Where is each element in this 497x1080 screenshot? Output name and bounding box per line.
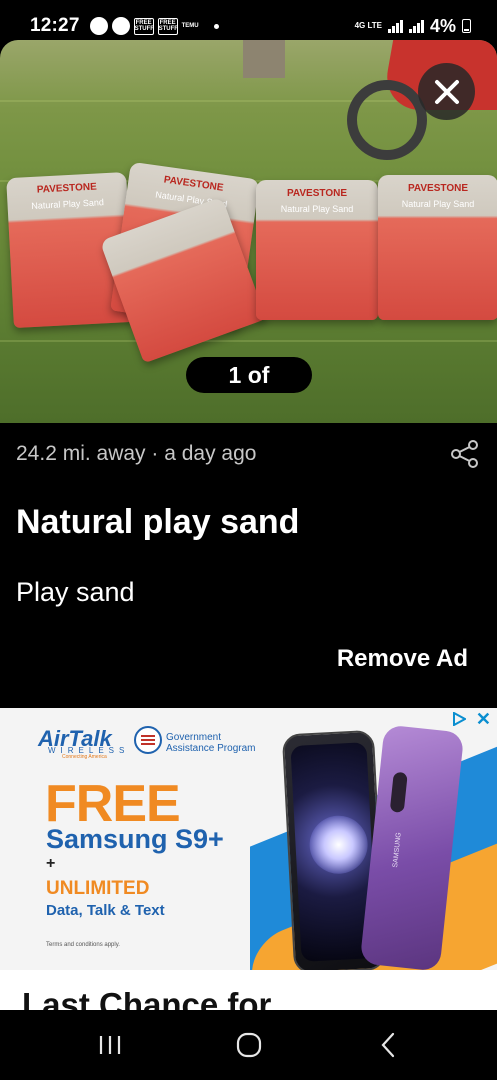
recents-icon	[99, 1036, 120, 1054]
phone-brand: SAMSUNG	[392, 832, 403, 868]
remove-ad-button[interactable]: Remove Ad	[337, 645, 468, 673]
battery-percent: 4%	[429, 15, 456, 36]
temu-icon: TEMU	[181, 22, 199, 29]
ad-footer[interactable]: Last Chance for	[0, 970, 497, 1010]
back-button[interactable]	[358, 1020, 418, 1070]
government-seal-icon	[134, 726, 162, 754]
dandelion-wallpaper	[308, 814, 370, 876]
status-right: 4G LTE 4%	[355, 16, 471, 37]
wheelbarrow-wheel	[347, 80, 427, 160]
more-notifications-dot-icon	[213, 23, 219, 29]
ad-footer-headline: Last Chance for	[22, 986, 272, 1010]
ad-unlimited: UNLIMITED	[46, 878, 150, 899]
chat-bubble-icon	[89, 17, 108, 35]
listing-title: Natural play sand	[16, 503, 300, 541]
battery-icon	[462, 19, 471, 33]
share-icon[interactable]	[449, 438, 481, 470]
sand-bag: PAVESTONE Natural Play Sand	[378, 175, 497, 320]
home-icon	[236, 1032, 261, 1058]
close-icon	[434, 79, 459, 104]
ad-close-icon[interactable]: ✕	[476, 710, 491, 728]
gov-program-text: Government Assistance Program	[166, 732, 256, 754]
signal-icon-2	[408, 19, 424, 33]
ad-terms: Terms and conditions apply.	[46, 942, 120, 948]
back-icon	[381, 1032, 394, 1058]
ad-brand-tag: Connecting America	[62, 754, 107, 760]
ad-plus: +	[46, 855, 56, 872]
listing-description: Play sand	[16, 577, 135, 607]
sand-bag: PAVESTONE Natural Play Sand	[256, 180, 378, 320]
home-button[interactable]	[219, 1020, 279, 1070]
status-time: 12:27	[30, 15, 80, 36]
close-button[interactable]	[418, 63, 475, 120]
camera-icon	[389, 771, 408, 813]
ad-product: Samsung S9+	[46, 824, 224, 854]
signal-icon	[387, 19, 403, 33]
network-type-icon: 4G LTE	[354, 21, 382, 30]
advertisement[interactable]: ✕ AirTalk WIRELESS Connecting America Go…	[0, 708, 497, 1010]
listing-meta: 24.2 mi. away · a day ago	[16, 436, 481, 472]
system-nav-bar	[0, 1010, 497, 1080]
ad-banner[interactable]: ✕ AirTalk WIRELESS Connecting America Go…	[0, 708, 497, 970]
photo-counter: 1 of	[186, 357, 312, 393]
ad-plan: Data, Talk & Text	[46, 902, 165, 919]
ad-controls: ✕	[452, 710, 491, 728]
free-stuff-icon: FREE STUFF	[133, 17, 154, 35]
wooden-post	[243, 40, 285, 78]
distance-and-time: 24.2 mi. away · a day ago	[16, 442, 257, 465]
free-stuff-icon-2: FREE STUFF	[157, 17, 178, 35]
notification-icons: FREE STUFF FREE STUFF TEMU	[89, 17, 219, 35]
recents-button[interactable]	[80, 1020, 140, 1070]
ad-choices-icon[interactable]	[452, 712, 466, 726]
messenger-icon	[111, 17, 130, 35]
